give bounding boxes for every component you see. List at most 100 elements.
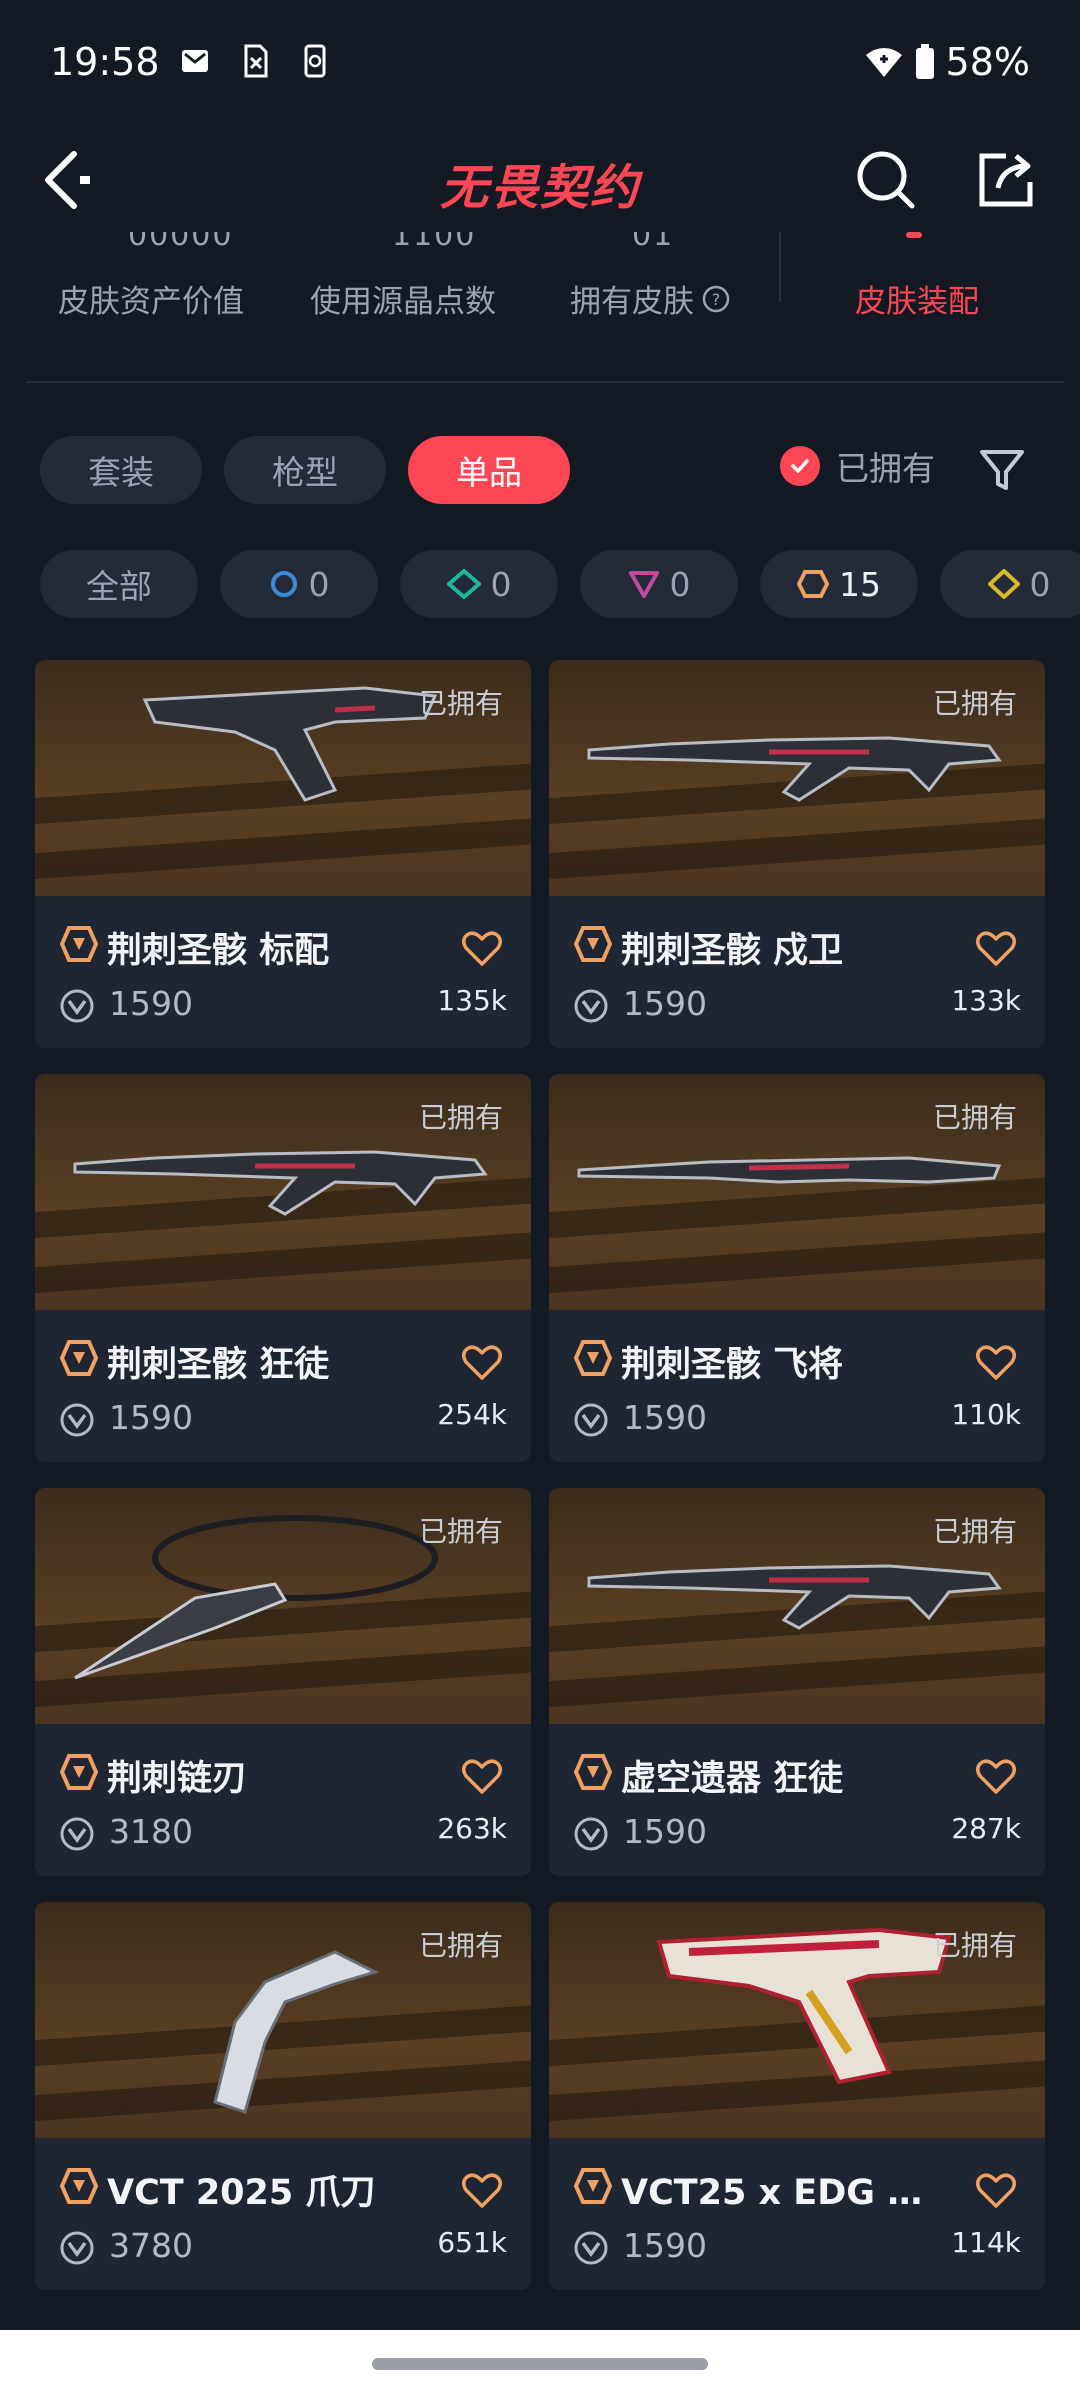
share-icon[interactable] xyxy=(974,148,1038,212)
like-count: 651k xyxy=(437,2226,507,2259)
heart-icon[interactable] xyxy=(975,930,1017,968)
skin-name: VCT25 x EDG 标… xyxy=(621,2173,951,2213)
valorant-points-icon xyxy=(60,989,94,1023)
skin-card[interactable]: 已拥有 荆刺圣骸 狂徒 1590 254k xyxy=(35,1074,531,1462)
like-count: 110k xyxy=(951,1398,1021,1431)
tier-all[interactable]: 全部 xyxy=(40,550,198,618)
skin-price: 1590 xyxy=(623,1398,707,1437)
tier-ultra[interactable]: 0 xyxy=(940,550,1080,618)
exclusive-tier-icon xyxy=(59,1340,99,1376)
owned-badge: 已拥有 xyxy=(932,1515,1017,1548)
skin-image: 已拥有 xyxy=(549,660,1045,896)
tab-single-item[interactable]: 单品 xyxy=(408,436,570,504)
heart-icon[interactable] xyxy=(461,1344,503,1382)
valorant-points-icon xyxy=(574,1817,608,1851)
help-icon[interactable]: ? xyxy=(702,285,730,313)
skin-name: 虚空遗器 狂徒 xyxy=(621,1759,844,1799)
skin-card[interactable]: 已拥有荆刺圣骸 戍卫 1590 133k xyxy=(549,660,1045,1048)
stat-label-points: 使用源晶点数 xyxy=(310,284,496,320)
like-count: 135k xyxy=(437,984,507,1017)
skin-image: 已拥有 xyxy=(35,1074,531,1310)
exclusive-tier-icon xyxy=(573,1340,613,1376)
skin-card[interactable]: 已拥有 VCT 2025 爪刀 3780 651k xyxy=(35,1902,531,2290)
skin-price: 1590 xyxy=(109,1398,193,1437)
exclusive-tier-icon xyxy=(573,926,613,962)
skin-image: 已拥有 xyxy=(549,1488,1045,1724)
like-count: 287k xyxy=(951,1812,1021,1845)
tier-count: 0 xyxy=(669,564,691,604)
skin-card[interactable]: 已拥有荆刺圣骸 标配 1590 135k xyxy=(35,660,531,1048)
skin-image: 已拥有 xyxy=(35,1902,531,2138)
svg-text:?: ? xyxy=(712,290,721,309)
heart-icon[interactable] xyxy=(975,2172,1017,2210)
skin-price: 1590 xyxy=(109,984,193,1023)
premium-tier-icon xyxy=(628,571,659,598)
tier-premium[interactable]: 0 xyxy=(580,550,738,618)
heart-icon[interactable] xyxy=(975,1344,1017,1382)
battery-percent: 58% xyxy=(945,40,1030,84)
skin-price: 1590 xyxy=(623,2226,707,2265)
filter-icon[interactable] xyxy=(978,446,1026,494)
exclusive-tier-icon xyxy=(797,570,829,598)
exclusive-tier-icon xyxy=(573,1754,613,1790)
divider xyxy=(26,381,1064,383)
owned-badge: 已拥有 xyxy=(932,1929,1017,1962)
skin-name: 荆刺圣骸 标配 xyxy=(107,931,330,971)
status-time: 19:58 xyxy=(50,40,160,84)
status-right: 58% xyxy=(864,40,1030,84)
owned-filter-toggle[interactable]: 已拥有 xyxy=(780,442,935,490)
skin-card[interactable]: 已拥有虚空遗器 狂徒 1590 287k xyxy=(549,1488,1045,1876)
stat-owned[interactable]: 拥有皮肤 ? xyxy=(570,276,730,321)
skin-name: 荆刺圣骸 飞将 xyxy=(621,1345,844,1385)
skin-price: 1590 xyxy=(623,984,707,1023)
skin-image: 已拥有 xyxy=(549,1074,1045,1310)
valorant-points-icon xyxy=(60,1403,94,1437)
like-count: 133k xyxy=(951,984,1021,1017)
like-count: 254k xyxy=(437,1398,507,1431)
search-icon[interactable] xyxy=(854,148,918,212)
skin-image: 已拥有 xyxy=(35,660,531,896)
heart-icon[interactable] xyxy=(461,1758,503,1796)
stat-label-owned: 拥有皮肤 xyxy=(570,284,694,320)
owned-badge: 已拥有 xyxy=(418,1101,503,1134)
ultra-tier-icon xyxy=(987,569,1020,599)
tier-deluxe[interactable]: 0 xyxy=(400,550,558,618)
exclusive-tier-icon xyxy=(573,2168,613,2204)
skin-name: VCT 2025 爪刀 xyxy=(107,2173,376,2213)
skin-card[interactable]: 已拥有 荆刺链刃 3180 263k xyxy=(35,1488,531,1876)
valorant-points-icon xyxy=(60,1817,94,1851)
heart-icon[interactable] xyxy=(975,1758,1017,1796)
tier-select[interactable]: 0 xyxy=(220,550,378,618)
stat-value-asset: 00000 xyxy=(128,232,234,253)
tier-filter-row: 全部 0 0 0 15 0 xyxy=(40,550,1080,618)
loadout-indicator xyxy=(906,232,922,238)
skin-price: 3780 xyxy=(109,2226,193,2265)
stats-divider xyxy=(779,232,781,302)
skin-card[interactable]: 已拥有荆刺圣骸 飞将 1590 110k xyxy=(549,1074,1045,1462)
check-icon[interactable] xyxy=(780,446,820,486)
stat-value-points: 1100 xyxy=(392,232,477,253)
stat-label-asset: 皮肤资产价值 xyxy=(58,284,244,320)
battery-icon xyxy=(915,44,934,79)
skin-price: 1590 xyxy=(623,1812,707,1851)
owned-badge: 已拥有 xyxy=(418,1929,503,1962)
owned-badge: 已拥有 xyxy=(418,1515,503,1548)
tab-set[interactable]: 套装 xyxy=(40,436,202,504)
stat-value-owned: 01 xyxy=(632,232,675,253)
tab-weapon-type[interactable]: 枪型 xyxy=(224,436,386,504)
heart-icon[interactable] xyxy=(461,2172,503,2210)
skin-card[interactable]: 已拥有 VCT25 x EDG 标… 1590 114k xyxy=(549,1902,1045,2290)
tier-count: 0 xyxy=(308,564,330,604)
skin-name: 荆刺圣骸 戍卫 xyxy=(621,931,844,971)
skin-loadout-link[interactable]: 皮肤装配 xyxy=(855,276,979,321)
owned-badge: 已拥有 xyxy=(932,1101,1017,1134)
heart-icon[interactable] xyxy=(461,930,503,968)
skin-price: 3180 xyxy=(109,1812,193,1851)
tier-exclusive[interactable]: 15 xyxy=(760,550,918,618)
select-tier-icon xyxy=(270,571,297,597)
like-count: 114k xyxy=(951,2226,1021,2259)
valorant-points-icon xyxy=(574,1403,608,1437)
tier-count: 0 xyxy=(1029,564,1051,604)
home-indicator[interactable] xyxy=(372,2358,708,2370)
view-tabs: 套装 枪型 单品 xyxy=(40,436,570,504)
